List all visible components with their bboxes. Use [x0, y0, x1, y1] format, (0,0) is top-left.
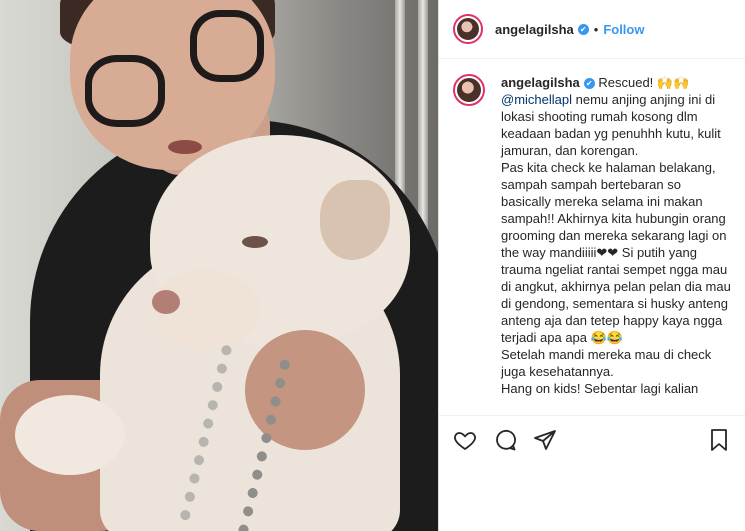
comment-icon[interactable] [493, 428, 517, 452]
follow-button[interactable]: Follow [603, 22, 644, 37]
instagram-post: angelagilsha ✔ • Follow angelagilsha ✔ Re… [0, 0, 745, 531]
caption-avatar[interactable] [453, 74, 485, 106]
person-mouth [168, 140, 202, 154]
dog-nose [152, 290, 180, 314]
mention-link[interactable]: @michellapl [501, 92, 572, 107]
bookmark-icon[interactable] [707, 428, 731, 452]
caption-opening: Rescued! 🙌🙌 [594, 75, 690, 90]
separator-dot: • [593, 21, 599, 37]
caption-username[interactable]: angelagilsha [501, 75, 580, 90]
caption-paragraph-3: Setelah mandi mereka mau di check juga k… [501, 347, 712, 379]
caption-paragraph-2: Pas kita check ke halaman belakang, samp… [501, 160, 731, 345]
post-photo[interactable] [0, 0, 438, 531]
heart-icon[interactable] [453, 428, 477, 452]
verified-badge-icon: ✔ [583, 78, 595, 90]
post-header: angelagilsha ✔ • Follow [439, 0, 745, 59]
post-sidebar: angelagilsha ✔ • Follow angelagilsha ✔ Re… [438, 0, 745, 531]
caption: angelagilsha ✔ Rescued! 🙌🙌 @michellapl ne… [453, 74, 731, 397]
dog-paw [15, 395, 125, 475]
share-icon[interactable] [533, 428, 557, 452]
verified-badge-icon: ✔ [577, 23, 589, 35]
caption-text: angelagilsha ✔ Rescued! 🙌🙌 @michellapl ne… [501, 74, 731, 397]
profile-avatar[interactable] [453, 14, 483, 44]
caption-paragraph-4: Hang on kids! Sebentar lagi kalian [501, 381, 699, 396]
profile-username[interactable]: angelagilsha [495, 22, 574, 37]
glasses-right [190, 10, 264, 82]
dog-eye [242, 236, 268, 248]
glasses-left [85, 55, 165, 127]
comments-area[interactable]: angelagilsha ✔ Rescued! 🙌🙌 @michellapl ne… [439, 60, 745, 415]
action-bar [439, 415, 745, 463]
